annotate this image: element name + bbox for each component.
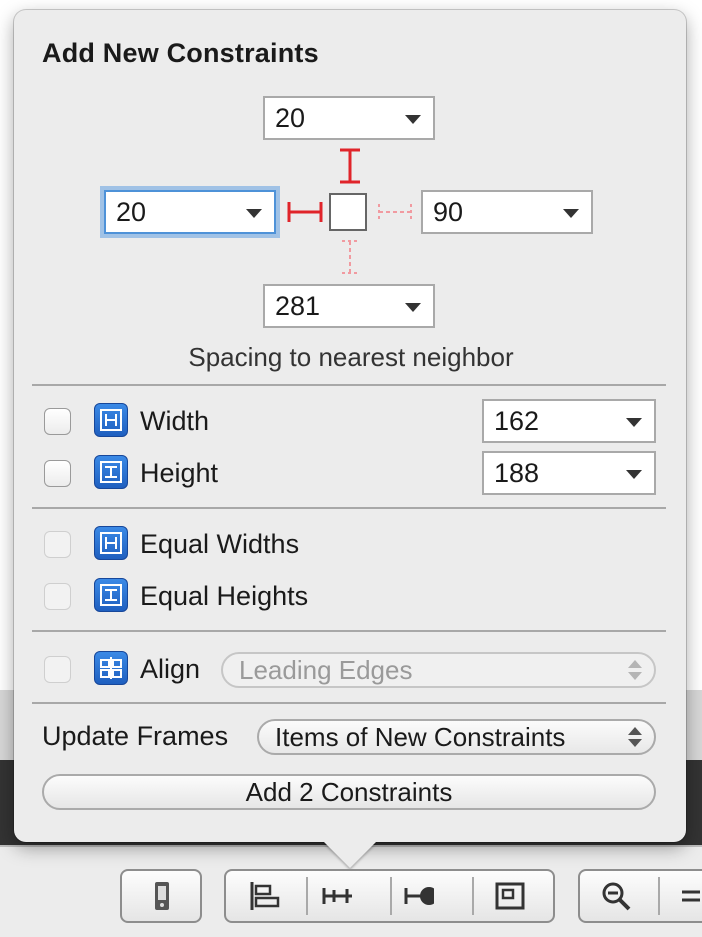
height-value: 188 xyxy=(494,458,540,488)
toolbar-divider xyxy=(390,877,392,915)
update-frames-popup[interactable]: Items of New Constraints xyxy=(257,719,656,755)
popover-arrow xyxy=(324,842,376,868)
equal-widths-checkbox[interactable] xyxy=(44,531,71,558)
align-icon xyxy=(94,651,128,685)
chevron-down-icon[interactable] xyxy=(405,303,421,312)
zoom-controls-group xyxy=(578,869,702,923)
right-strut[interactable] xyxy=(378,204,412,220)
toolbar-divider xyxy=(472,877,474,915)
zoom-out-icon[interactable] xyxy=(600,880,632,912)
height-constraint-icon xyxy=(94,455,128,489)
height-value-field[interactable]: 188 xyxy=(482,451,656,495)
divider xyxy=(32,702,666,704)
simulated-metrics-button[interactable] xyxy=(120,869,202,923)
top-strut[interactable] xyxy=(340,148,360,184)
right-spacing-value: 90 xyxy=(433,197,464,227)
simulated-metrics-icon xyxy=(155,882,169,910)
chevron-down-icon[interactable] xyxy=(563,209,579,218)
equal-heights-label: Equal Heights xyxy=(140,581,309,611)
update-frames-label: Update Frames xyxy=(42,721,229,751)
divider xyxy=(32,507,666,509)
width-value-field[interactable]: 162 xyxy=(482,399,656,443)
left-strut[interactable] xyxy=(287,202,323,222)
chevron-down-icon[interactable] xyxy=(405,115,421,124)
update-frames-value: Items of New Constraints xyxy=(275,722,566,752)
align-icon[interactable] xyxy=(248,880,280,912)
height-checkbox[interactable] xyxy=(44,460,71,487)
divider xyxy=(32,630,666,632)
width-value: 162 xyxy=(494,406,540,436)
left-spacing-value: 20 xyxy=(116,197,147,227)
bottom-spacing-value: 281 xyxy=(275,291,321,321)
bottom-strut[interactable] xyxy=(342,240,358,274)
align-label: Align xyxy=(140,654,201,684)
up-down-arrows-icon xyxy=(628,726,642,748)
zoom-icon[interactable] xyxy=(680,880,702,912)
resizing-icon[interactable] xyxy=(494,880,526,912)
equal-heights-icon xyxy=(94,578,128,612)
up-down-arrows-icon xyxy=(628,659,642,681)
width-label: Width xyxy=(140,406,210,436)
resolve-issues-icon[interactable] xyxy=(402,880,434,912)
top-spacing-field[interactable]: 20 xyxy=(263,96,435,140)
align-popup-value: Leading Edges xyxy=(239,655,413,685)
right-spacing-field[interactable]: 90 xyxy=(421,190,593,234)
chevron-down-icon[interactable] xyxy=(626,470,642,479)
selected-view-box xyxy=(329,193,367,231)
pin-icon[interactable] xyxy=(320,880,352,912)
chevron-down-icon[interactable] xyxy=(246,209,262,218)
toolbar-divider xyxy=(306,877,308,915)
equal-widths-icon xyxy=(94,526,128,560)
left-spacing-field[interactable]: 20 xyxy=(104,190,276,234)
align-popup[interactable]: Leading Edges xyxy=(221,652,656,688)
toolbar-divider xyxy=(658,877,660,915)
width-checkbox[interactable] xyxy=(44,408,71,435)
height-label: Height xyxy=(140,458,219,488)
align-checkbox[interactable] xyxy=(44,656,71,683)
width-constraint-icon xyxy=(94,403,128,437)
equal-widths-label: Equal Widths xyxy=(140,529,300,559)
bottom-spacing-field[interactable]: 281 xyxy=(263,284,435,328)
layout-controls-group xyxy=(224,869,555,923)
chevron-down-icon[interactable] xyxy=(626,418,642,427)
equal-heights-checkbox[interactable] xyxy=(44,583,71,610)
popover-title: Add New Constraints xyxy=(42,38,319,68)
spacing-caption: Spacing to nearest neighbor xyxy=(188,342,514,372)
divider xyxy=(32,384,666,386)
top-spacing-value: 20 xyxy=(275,103,306,133)
add-constraints-button[interactable]: Add 2 Constraints xyxy=(42,774,656,810)
